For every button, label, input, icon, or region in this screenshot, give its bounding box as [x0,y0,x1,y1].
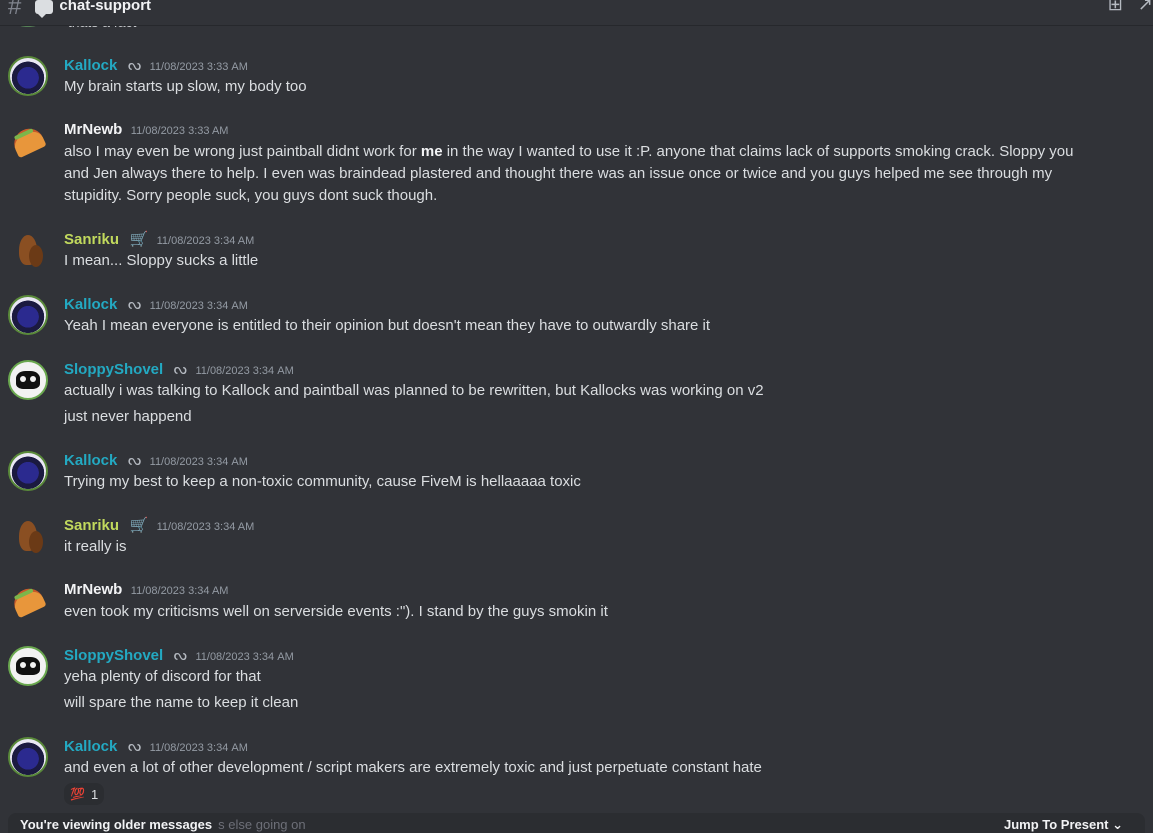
username[interactable]: MrNewb [64,581,122,598]
squirrel-icon [19,235,43,267]
timestamp: 11/08/2023 3:34 AM [149,456,248,468]
message-text: Yeah I mean everyone is entitled to thei… [64,317,711,334]
username[interactable]: Sanriku [64,231,119,248]
timestamp: 11/08/2023 3:33 AM [149,61,248,73]
message-text: Trying my best to keep a non-toxic commu… [64,473,581,490]
message-text: actually i was talking to Kallock and pa… [64,382,764,399]
timestamp: 11/08/2023 3:34 AM [156,235,255,247]
username[interactable]: Kallock [64,452,117,469]
channel-header: # chat-support ⊞ ↗ [0,0,1153,26]
skull-icon [16,657,40,675]
timestamp: 11/08/2023 3:34 AM [130,585,229,597]
message-text: I mean... Sloppy sucks a little [64,252,259,269]
older-messages-notice: You're viewing older messages [20,817,213,832]
cart-icon: 🛒 [129,517,149,534]
timestamp: 11/08/2023 3:34 AM [195,365,294,377]
timestamp: 11/08/2023 3:34 AM [195,651,294,663]
username[interactable]: Kallock [64,57,117,74]
cart-icon: 🛒 [129,231,149,248]
avatar[interactable] [8,451,48,491]
partial-text: s else going on [218,817,306,832]
badge-icon: ᔓ [127,738,142,755]
timestamp: 11/08/2023 3:34 AM [149,742,248,754]
message-text: will spare the name to keep it clean [64,694,299,711]
avatar[interactable] [8,646,48,686]
badge-icon: ᔓ [127,452,142,469]
avatar[interactable] [8,230,48,270]
jump-to-present-button[interactable]: Jump To Present [1004,817,1123,833]
message-text: also I may even be wrong just paintball … [64,143,1074,204]
username[interactable]: MrNewb [64,121,122,138]
message-text: even took my criticisms well on serversi… [64,603,608,620]
avatar[interactable] [8,121,48,161]
avatar[interactable] [8,516,48,556]
message-text: yeha plenty of discord for that [64,668,261,685]
timestamp: 11/08/2023 3:33 AM [130,125,229,137]
hundred-points-icon: 💯 [70,787,85,801]
timestamp: 11/08/2023 3:34 AM [156,521,255,533]
message-text: My brain starts up slow, my body too [64,78,307,95]
avatar[interactable] [8,581,48,621]
avatar[interactable] [8,737,48,777]
taco-icon [9,583,47,619]
reaction-button[interactable]: 💯 1 [64,783,105,805]
thread-icon[interactable] [35,0,54,18]
skull-icon [16,371,40,389]
avatar[interactable] [8,360,48,400]
message-text: it really is [64,538,127,555]
badge-icon: ᔓ [173,647,188,664]
username[interactable]: SloppyShovel [64,647,163,664]
reaction-count: 1 [90,786,99,802]
taco-icon [9,123,47,159]
older-messages-bar: You're viewing older messages s else goi… [8,813,1145,833]
squirrel-icon [19,521,43,553]
threads-icon[interactable]: ⊞ [1108,0,1123,14]
badge-icon: ᔓ [173,361,188,378]
username[interactable]: Sanriku [64,517,119,534]
badge-icon: ᔓ [127,296,142,313]
badge-icon: ᔓ [127,57,142,74]
timestamp: 11/08/2023 3:34 AM [149,300,248,312]
username[interactable]: SloppyShovel [64,361,163,378]
channel-name: chat-support [59,0,152,14]
message-text: just never happend [64,408,192,425]
hash-icon: # [8,0,22,20]
username[interactable]: Kallock [64,296,117,313]
avatar[interactable] [8,56,48,96]
message-text: and even a lot of other development / sc… [64,759,762,776]
avatar[interactable] [8,295,48,335]
more-icon[interactable]: ↗ [1138,0,1153,14]
username[interactable]: Kallock [64,738,117,755]
